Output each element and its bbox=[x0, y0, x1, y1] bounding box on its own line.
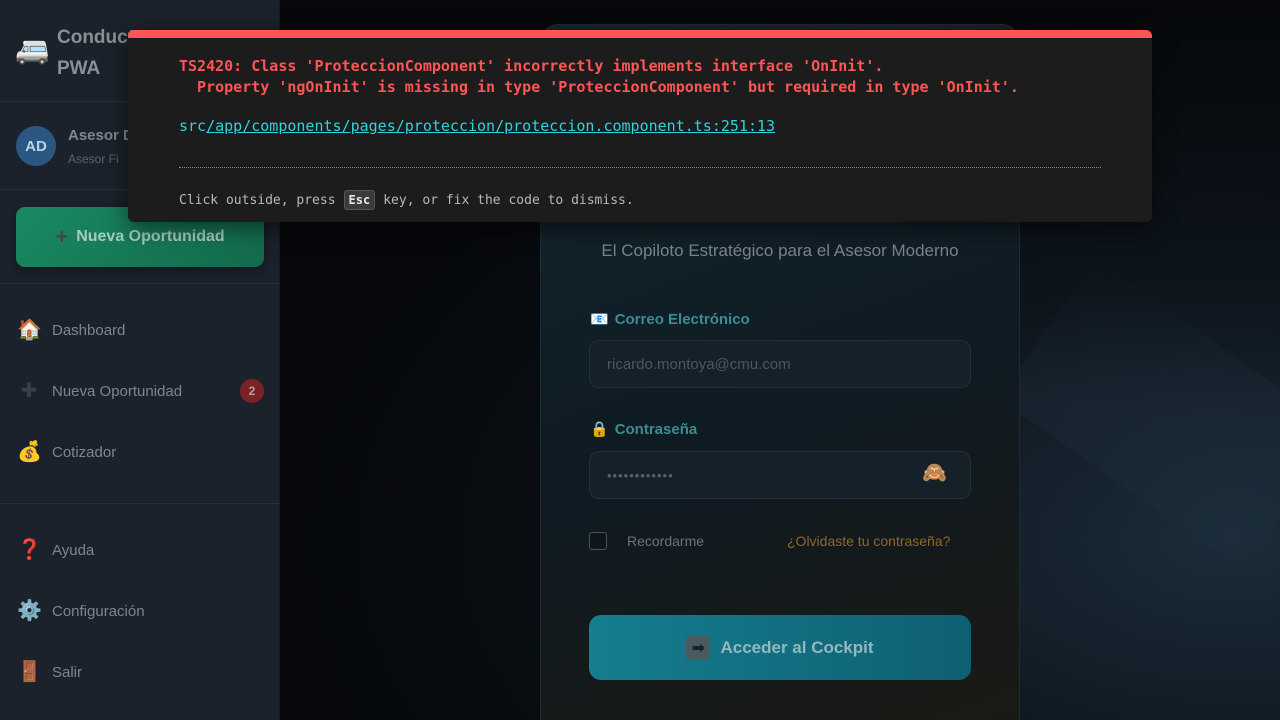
new-opportunity-label: Nueva Oportunidad bbox=[76, 228, 225, 245]
sidebar-item-ayuda[interactable]: ❓ Ayuda bbox=[0, 524, 280, 576]
error-message-line2: Property 'ngOnInit' is missing in type '… bbox=[179, 78, 1019, 96]
sidebar-item-salir[interactable]: 🚪 Salir bbox=[0, 646, 280, 698]
sidebar-item-label: Configuración bbox=[52, 602, 145, 620]
user-role: Asesor Fi bbox=[68, 152, 119, 166]
sidebar-item-label: Nueva Oportunidad bbox=[52, 382, 183, 400]
sidebar-item-label: Ayuda bbox=[52, 541, 95, 559]
avatar: AD bbox=[16, 126, 56, 166]
sidebar-item-label: Dashboard bbox=[52, 321, 126, 339]
error-message-line1: TS2420: Class 'ProteccionComponent' inco… bbox=[179, 57, 884, 75]
sidebar-divider bbox=[0, 283, 280, 284]
plus-icon: ✚ bbox=[20, 380, 38, 402]
forgot-password-link[interactable]: ¿Olvidaste tu contraseña? bbox=[787, 533, 950, 549]
error-file-path[interactable]: /app/components/pages/proteccion/protecc… bbox=[206, 117, 775, 135]
error-file-prefix: src bbox=[179, 117, 207, 135]
envelope-icon: 📧 bbox=[590, 311, 609, 328]
arrow-right-icon: ➡ bbox=[686, 635, 711, 660]
gear-icon: ⚙️ bbox=[17, 600, 42, 622]
user-name: Asesor D bbox=[68, 127, 134, 144]
sidebar-item-label: Cotizador bbox=[52, 443, 117, 461]
email-label: 📧 Correo Electrónico bbox=[590, 310, 750, 329]
sidebar-item-label: Salir bbox=[52, 663, 83, 681]
sidebar-item-configuracion[interactable]: ⚙️ Configuración bbox=[0, 585, 280, 637]
dismiss-hint-before: Click outside, press bbox=[179, 192, 336, 208]
remember-me-checkbox[interactable] bbox=[589, 532, 607, 550]
password-label-text: Contraseña bbox=[614, 420, 698, 438]
password-value: •••••••••••• bbox=[607, 467, 674, 483]
dismiss-hint-after: key, or fix the code to dismiss. bbox=[383, 192, 634, 208]
sidebar-item-cotizador[interactable]: 💰 Cotizador bbox=[0, 426, 280, 478]
house-icon: 🏠 bbox=[17, 319, 42, 341]
login-submit-button[interactable]: ➡ Acceder al Cockpit bbox=[589, 615, 971, 680]
remember-me-label[interactable]: Recordarme bbox=[627, 533, 704, 549]
error-file-link[interactable]: src/app/components/pages/proteccion/prot… bbox=[179, 117, 775, 135]
overlay-divider bbox=[179, 167, 1101, 168]
plus-icon: + bbox=[55, 224, 69, 249]
notification-badge: 2 bbox=[240, 379, 264, 403]
sidebar-item-dashboard[interactable]: 🏠 Dashboard bbox=[0, 304, 280, 356]
money-bag-icon: 💰 bbox=[17, 441, 42, 463]
dismiss-hint: Click outside, press Esc key, or fix the… bbox=[179, 190, 634, 210]
password-field[interactable]: •••••••••••• bbox=[589, 451, 971, 499]
sidebar-divider bbox=[0, 503, 280, 504]
lock-icon: 🔒 bbox=[590, 421, 609, 438]
door-icon: 🚪 bbox=[17, 661, 42, 683]
toggle-password-visibility-icon[interactable]: 🙈 bbox=[922, 463, 947, 483]
password-label: 🔒 Contraseña bbox=[590, 420, 698, 439]
esc-key: Esc bbox=[343, 190, 376, 210]
email-label-text: Correo Electrónico bbox=[614, 310, 750, 328]
email-field[interactable]: ricardo.montoya@cmu.com bbox=[589, 340, 971, 388]
sidebar-item-nueva-oportunidad[interactable]: ✚ Nueva Oportunidad 2 bbox=[0, 365, 280, 417]
van-icon: 🚐 bbox=[15, 34, 50, 65]
compile-error-overlay[interactable]: TS2420: Class 'ProteccionComponent' inco… bbox=[128, 30, 1152, 222]
email-placeholder: ricardo.montoya@cmu.com bbox=[607, 355, 791, 373]
login-submit-label: Acceder al Cockpit bbox=[720, 637, 874, 657]
question-icon: ❓ bbox=[17, 539, 42, 561]
login-tagline: El Copiloto Estratégico para el Asesor M… bbox=[601, 241, 959, 260]
